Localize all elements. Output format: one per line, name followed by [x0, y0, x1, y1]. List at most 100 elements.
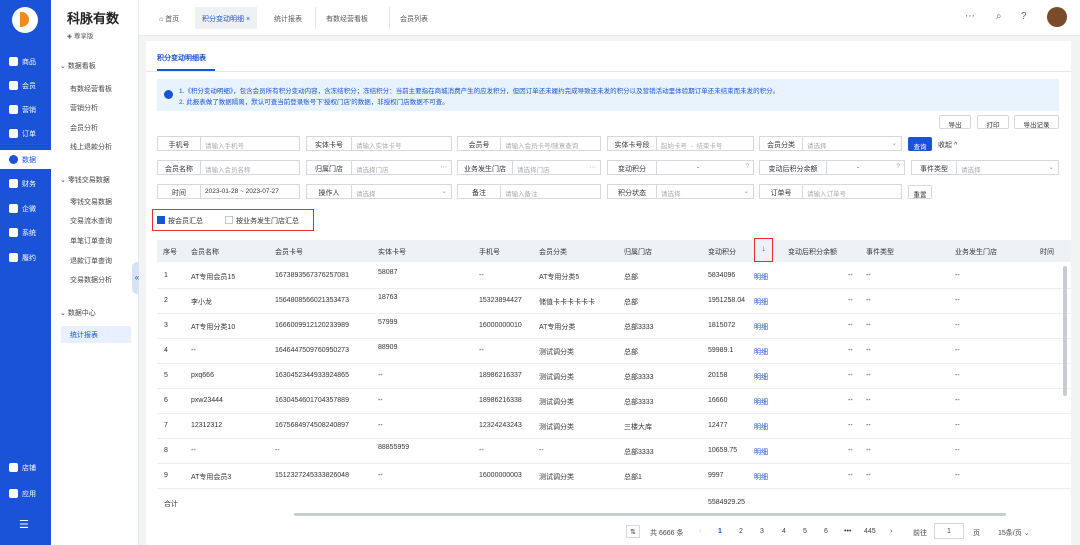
detail-link[interactable]: 明细	[754, 372, 768, 382]
tab-points-detail[interactable]: 积分变动明细 ×	[195, 7, 258, 29]
page-6[interactable]: 6	[824, 528, 828, 535]
page-3[interactable]: 3	[760, 528, 764, 535]
nav-label: 履约	[22, 254, 36, 262]
export-log-button[interactable]: 导出记录	[1014, 115, 1059, 129]
cell-ecard: 88855959	[378, 444, 410, 451]
card-input[interactable]: 请输入实体卡号	[352, 136, 452, 151]
close-icon[interactable]: ×	[246, 16, 250, 23]
nav-marketing[interactable]: 营销	[0, 100, 51, 119]
nav-apps[interactable]: 应用	[0, 484, 51, 503]
detail-link[interactable]: 明细	[754, 322, 768, 332]
page-last[interactable]: 445	[864, 528, 876, 535]
submenu-item[interactable]: 会员分析	[70, 123, 98, 133]
submenu-item[interactable]: 单笔订单查询	[70, 236, 112, 246]
info-icon	[164, 90, 173, 99]
remark-input[interactable]: 请输入备注	[501, 184, 601, 199]
detail-link[interactable]: 明细	[754, 472, 768, 482]
query-button[interactable]: 查询	[908, 137, 932, 151]
reset-button[interactable]: 重置	[908, 185, 932, 199]
tab-board[interactable]: 有数经营看板	[315, 7, 368, 29]
help-icon[interactable]: ?	[1021, 11, 1027, 22]
nav-data[interactable]: 数据	[0, 150, 51, 169]
nav-member[interactable]: 会员	[0, 76, 51, 95]
cell-store: 总部	[624, 299, 638, 306]
nav-fulfill[interactable]: 履约	[0, 248, 51, 267]
biz-store-select[interactable]: 请选择门店 ⋯	[513, 160, 601, 175]
cell-biz-store: --	[955, 297, 960, 304]
card-seg-range[interactable]: 起始卡号 - 结束卡号	[657, 136, 754, 151]
section-data-center[interactable]: ⌄ 数据中心	[60, 308, 96, 318]
name-input[interactable]: 请输入会员名称	[201, 160, 300, 175]
collapse-toggle[interactable]: 收起 ^	[938, 140, 957, 150]
page-5[interactable]: 5	[803, 528, 807, 535]
member-cat-select[interactable]: 请选择 ⌄	[803, 136, 902, 151]
tab-home[interactable]: ⌂ 首页	[159, 7, 179, 29]
detail-link[interactable]: 明细	[754, 447, 768, 457]
nav-wecom[interactable]: 企微	[0, 199, 51, 218]
cell-store: 总部3333	[624, 374, 654, 381]
cell-balance: --	[848, 372, 853, 379]
nav-finance[interactable]: 财务	[0, 174, 51, 193]
sort-icon[interactable]: ↓	[754, 238, 773, 262]
submenu-item[interactable]: 交易流水查询	[70, 216, 112, 226]
order-no-input[interactable]: 请输入订单号	[803, 184, 902, 199]
submenu-item[interactable]: 有数经营看板	[70, 84, 112, 94]
operator-select[interactable]: 请选择 ⌄	[352, 184, 452, 199]
detail-link[interactable]: 明细	[754, 422, 768, 432]
cell-phone: 16000000010	[479, 322, 522, 329]
tab-member-list[interactable]: 会员列表	[389, 7, 428, 29]
next-icon[interactable]: ›	[890, 528, 892, 535]
submenu-item[interactable]: 零钱交易数据	[70, 197, 112, 207]
horizontal-scrollbar[interactable]	[294, 513, 1006, 516]
page-size-select[interactable]: 15条/页 ⌄	[998, 528, 1030, 538]
menu-icon[interactable]: ☰	[19, 518, 29, 531]
page-input[interactable]: 1	[934, 523, 964, 539]
cell-card: 1630454601704357889	[275, 397, 349, 404]
page-2[interactable]: 2	[739, 528, 743, 535]
tab-report[interactable]: 统计报表	[274, 7, 302, 29]
nav-goods[interactable]: 商品	[0, 52, 51, 71]
submenu-item-report[interactable]: 统计报表	[61, 326, 131, 343]
cell-points: 1951258.04	[708, 297, 745, 304]
prev-icon[interactable]: ‹	[699, 528, 701, 535]
nav-order[interactable]: 订单	[0, 124, 51, 143]
page-more[interactable]: •••	[844, 528, 851, 535]
detail-link[interactable]: 明细	[754, 347, 768, 357]
section-data-board[interactable]: ⌄ 数据看板	[60, 61, 96, 71]
phone-input[interactable]: 请输入手机号	[201, 136, 300, 151]
operator-label: 操作人	[306, 184, 352, 199]
page-size-icon[interactable]: ⇅	[626, 525, 640, 538]
submenu-item[interactable]: 退款订单查询	[70, 256, 112, 266]
search-icon[interactable]: ⌕	[996, 11, 1002, 22]
by-member-checkbox[interactable]: 按会员汇总	[157, 216, 203, 226]
more-icon[interactable]: ⋯	[965, 11, 975, 22]
detail-link[interactable]: 明细	[754, 297, 768, 307]
print-button[interactable]: 打印	[977, 115, 1009, 129]
store-select[interactable]: 请选择门店 ⋯	[352, 160, 452, 175]
nav-system[interactable]: 系统	[0, 223, 51, 242]
after-bal-range[interactable]: -?	[827, 160, 905, 175]
submenu-item[interactable]: 线上退款分析	[70, 142, 112, 152]
pts-status-select[interactable]: 请选择 ⌄	[657, 184, 754, 199]
cell-name: --	[191, 447, 196, 454]
member-no-input[interactable]: 请输入会员卡号/随意查询	[501, 136, 601, 151]
avatar[interactable]	[1047, 7, 1067, 27]
detail-link[interactable]: 明细	[754, 272, 768, 282]
submenu-item[interactable]: 营销分析	[70, 103, 98, 113]
vertical-scrollbar[interactable]	[1063, 266, 1067, 396]
by-store-checkbox[interactable]: 按业务发生门店汇总	[225, 216, 299, 226]
section-change[interactable]: ⌄ 零钱交易数据	[60, 175, 110, 185]
page-1[interactable]: 1	[718, 528, 722, 535]
card-label: 实体卡号	[306, 136, 352, 151]
time-range[interactable]: 2023-01-28 ~ 2023-07-27	[201, 184, 300, 199]
nav-store[interactable]: 店铺	[0, 458, 51, 477]
cell-category: 测试调分类	[539, 399, 574, 406]
cell-no: 4	[164, 347, 168, 354]
check-icon	[157, 216, 165, 224]
event-select[interactable]: 请选择 ⌄	[957, 160, 1059, 175]
change-pts-range[interactable]: -?	[657, 160, 754, 175]
submenu-item[interactable]: 交易数据分析	[70, 275, 112, 285]
page-4[interactable]: 4	[782, 528, 786, 535]
detail-link[interactable]: 明细	[754, 397, 768, 407]
export-button[interactable]: 导出	[939, 115, 971, 129]
